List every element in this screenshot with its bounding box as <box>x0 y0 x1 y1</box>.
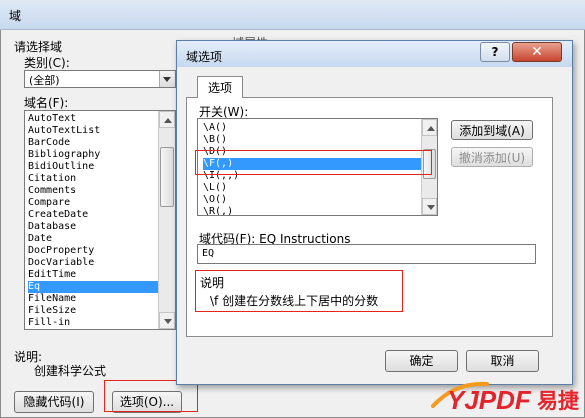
field-list-item[interactable]: Date <box>28 233 158 245</box>
options-description-text: \f 创建在分数线上下居中的分数 <box>210 294 379 308</box>
field-list-item[interactable]: Bibliography <box>28 149 158 161</box>
cancel-button[interactable]: 取消 <box>466 350 539 372</box>
scroll-up-icon[interactable] <box>422 119 437 136</box>
scroll-up-icon[interactable] <box>159 111 175 128</box>
chevron-down-icon[interactable] <box>159 71 175 87</box>
field-list-item[interactable]: Compare <box>28 197 158 209</box>
field-list-item[interactable]: CreateDate <box>28 209 158 221</box>
field-codes-value: EQ <box>202 248 215 259</box>
field-list-scrollbar[interactable] <box>158 111 175 329</box>
switch-list-item[interactable]: \L() <box>203 182 421 194</box>
switch-list-item[interactable]: \A() <box>203 122 421 134</box>
add-to-field-button[interactable]: 添加到域(A) <box>451 120 533 140</box>
scroll-down-icon[interactable] <box>422 198 437 215</box>
category-select[interactable]: (全部) <box>24 70 176 88</box>
category-value: (全部) <box>29 74 60 87</box>
scroll-thumb[interactable] <box>160 147 174 207</box>
switch-highlight-box <box>195 150 432 175</box>
svg-text:易捷: 易捷 <box>537 389 579 413</box>
hide-codes-button[interactable]: 隐藏代码(I) <box>14 391 94 413</box>
field-names-list[interactable]: AutoText AutoTextList BarCode Bibliography B… <box>24 110 176 330</box>
svg-text:YJPDF: YJPDF <box>447 385 532 414</box>
tab-options[interactable]: 选项 <box>197 76 243 98</box>
field-list-item[interactable]: Database <box>28 221 158 233</box>
field-codes-box[interactable]: EQ <box>197 244 536 264</box>
switch-list-item[interactable]: \R(,) <box>203 206 421 215</box>
field-list-item[interactable]: Fill-in <box>28 317 158 329</box>
undo-add-button[interactable]: 撤消添加(U) <box>451 147 533 167</box>
field-list-item[interactable]: BarCode <box>28 137 158 149</box>
field-list-item[interactable]: EditTime <box>28 269 158 281</box>
help-button[interactable]: ? <box>480 42 510 62</box>
field-list-item[interactable]: DocProperty <box>28 245 158 257</box>
field-options-title: 域选项 <box>186 50 223 64</box>
field-list-item[interactable]: FileSize <box>28 305 158 317</box>
watermark-logo-icon: YJPDF 易捷 <box>431 381 579 415</box>
ok-button[interactable]: 确定 <box>385 350 458 372</box>
field-list-item[interactable]: AutoText <box>28 113 158 125</box>
field-list-item[interactable]: Comments <box>28 185 158 197</box>
yjpdf-watermark-logo: YJPDF 易捷 <box>425 376 583 415</box>
field-dialog-title: 域 <box>9 9 22 23</box>
choose-field-label: 请选择域 <box>14 40 63 54</box>
field-list-item[interactable]: BidiOutline <box>28 161 158 173</box>
field-list-item[interactable]: DocVariable <box>28 257 158 269</box>
field-names-label: 域名(F): <box>24 96 69 110</box>
category-label: 类别(C): <box>24 56 70 70</box>
description-text: 创建科学公式 <box>34 364 107 378</box>
field-list-item[interactable]: Citation <box>28 173 158 185</box>
options-description-label: 说明 <box>200 276 225 290</box>
switch-list-item[interactable]: \B() <box>203 134 421 146</box>
field-list-item[interactable]: Eq <box>28 281 158 293</box>
field-list-item[interactable]: FileName <box>28 293 158 305</box>
close-button[interactable]: ✕ <box>512 42 562 62</box>
field-dialog-titlebar[interactable]: 域 <box>0 0 585 30</box>
field-list-item[interactable]: AutoTextList <box>28 125 158 137</box>
scroll-down-icon[interactable] <box>159 312 175 329</box>
switch-list-item[interactable]: \O() <box>203 194 421 206</box>
